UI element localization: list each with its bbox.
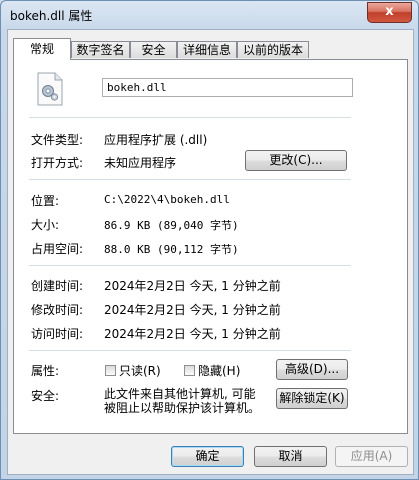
tab-details[interactable]: 详细信息 [177,41,237,58]
cancel-button[interactable]: 取消 [254,446,327,467]
location-label: 位置: [31,194,60,208]
tab-digital-signatures[interactable]: 数字签名 [71,41,130,58]
file-type-value: 应用程序扩展 (.dll) [104,133,208,147]
title-bar[interactable]: bokeh.dll 属性 x [1,1,418,29]
file-name-field[interactable]: bokeh.dll [102,78,353,97]
file-type-label: 文件类型: [31,133,84,147]
opens-with-value: 未知应用程序 [104,156,177,170]
window-title: bokeh.dll 属性 [10,9,93,23]
security-message-line1: 此文件来自其他计算机, 可能 [104,387,256,401]
unblock-button[interactable]: 解除锁定(K) [276,388,348,409]
tab-previous-versions[interactable]: 以前的版本 [237,41,309,58]
dll-file-icon [37,72,63,106]
accessed-value: 2024年2月2日 今天, 1 分钟之前 [104,327,281,341]
close-button[interactable]: x [367,2,412,23]
separator [29,117,351,118]
attributes-label: 属性: [31,364,60,378]
security-message: 此文件来自其他计算机, 可能 被阻止以帮助保护该计算机。 [104,387,260,415]
separator [29,265,351,266]
size-label: 大小: [31,218,60,232]
readonly-checkbox[interactable] [105,365,116,376]
tab-security[interactable]: 安全 [130,41,177,58]
size-value: 86.9 KB (89,040 字节) [104,219,239,232]
created-value: 2024年2月2日 今天, 1 分钟之前 [104,279,281,293]
separator [29,179,351,180]
opens-with-label: 打开方式: [31,156,84,170]
ok-button[interactable]: 确定 [171,446,244,467]
hidden-checkbox[interactable] [184,365,195,376]
separator [29,350,351,351]
created-label: 创建时间: [31,279,84,293]
modified-value: 2024年2月2日 今天, 1 分钟之前 [104,303,281,317]
security-label: 安全: [31,389,60,403]
apply-button[interactable]: 应用(A) [335,446,408,467]
modified-label: 修改时间: [31,303,84,317]
size-on-disk-value: 88.0 KB (90,112 字节) [104,243,239,256]
location-value: C:\2022\4\bokeh.dll [104,193,230,206]
general-panel: bokeh.dll 文件类型: 应用程序扩展 (.dll) 打开方式: 未知应用… [13,59,408,434]
change-button[interactable]: 更改(C)... [245,150,347,171]
accessed-label: 访问时间: [31,327,84,341]
properties-window: bokeh.dll 属性 x 常规 数字签名 安全 详细信息 以前的版本 bok… [0,0,419,480]
dialog-content: 常规 数字签名 安全 详细信息 以前的版本 bokeh.dll 文件类型: 应用… [7,29,414,475]
advanced-button[interactable]: 高级(D)... [276,359,348,380]
tab-general[interactable]: 常规 [13,38,71,60]
size-on-disk-label: 占用空间: [31,242,84,256]
security-message-line2: 被阻止以帮助保护该计算机。 [104,401,261,415]
readonly-label[interactable]: 只读(R) [119,362,161,379]
hidden-label[interactable]: 隐藏(H) [198,362,240,379]
close-icon: x [385,4,394,19]
